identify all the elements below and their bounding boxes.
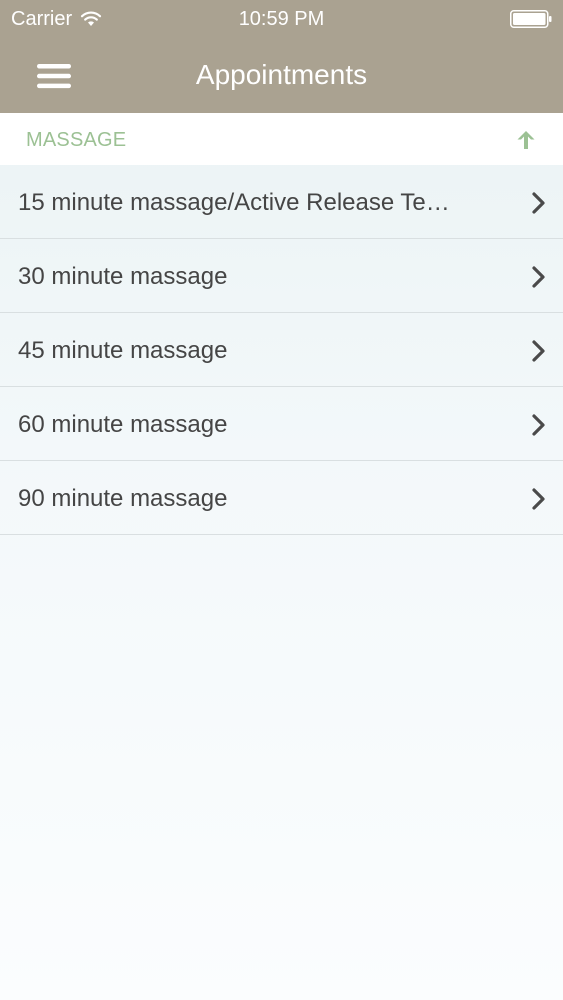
navigation-bar: Appointments [0, 38, 563, 113]
list-item-label: 45 minute massage [18, 337, 228, 364]
list-item[interactable]: 90 minute massage [0, 461, 563, 535]
section-header-massage[interactable]: MASSAGE [0, 113, 563, 165]
chevron-right-icon [532, 488, 545, 510]
list-item-label: 90 minute massage [18, 485, 228, 512]
battery-full-icon [510, 10, 552, 28]
list-item-label: 30 minute massage [18, 263, 228, 290]
section-title: MASSAGE [26, 129, 127, 151]
page-title: Appointments [195, 59, 368, 90]
top-bar: Carrier 10:59 PM Appointments [0, 0, 563, 113]
list-item[interactable]: 60 minute massage [0, 387, 563, 461]
list-item-label: 15 minute massage/Active Release Te… [18, 189, 450, 216]
collapse-section-button[interactable] [513, 127, 539, 153]
list-item[interactable]: 30 minute massage [0, 239, 563, 313]
chevron-right-icon [532, 340, 545, 362]
status-time: 10:59 PM [238, 8, 325, 30]
chevron-right-icon [532, 266, 545, 288]
arrow-up-icon [517, 131, 535, 149]
chevron-right-icon [532, 414, 545, 436]
status-bar: Carrier 10:59 PM [0, 0, 563, 38]
chevron-right-icon [532, 192, 545, 214]
list-item[interactable]: 15 minute massage/Active Release Te… [0, 165, 563, 239]
appointment-list: 15 minute massage/Active Release Te… 30 … [0, 165, 563, 535]
list-item[interactable]: 45 minute massage [0, 313, 563, 387]
list-item-label: 60 minute massage [18, 411, 228, 438]
